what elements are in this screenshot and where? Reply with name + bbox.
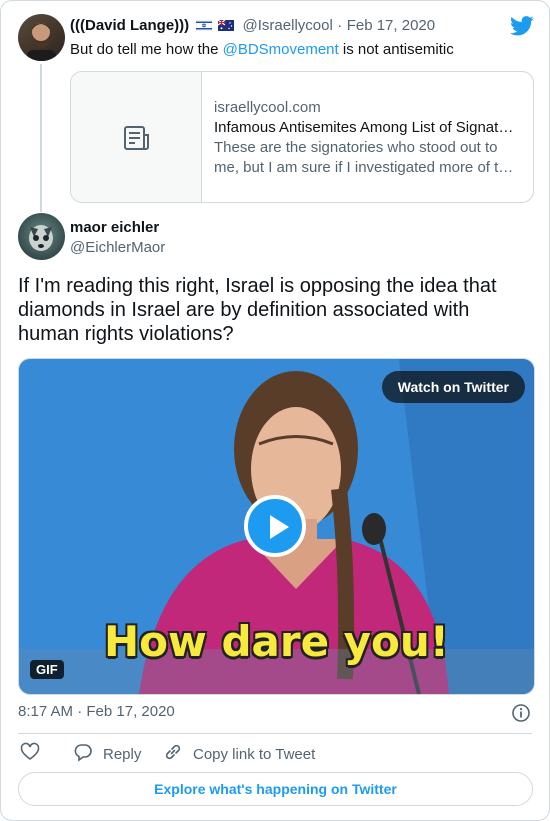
twitter-bird-icon[interactable] bbox=[510, 16, 534, 36]
quoted-tweet-text: But do tell me how the @BDSmovement is n… bbox=[70, 40, 454, 60]
tweet-timestamp[interactable]: 8:17 AM · Feb 17, 2020 bbox=[18, 703, 175, 720]
link-icon bbox=[163, 742, 183, 766]
display-name[interactable]: (((David Lange))) bbox=[70, 17, 189, 34]
play-button[interactable] bbox=[244, 495, 306, 557]
watch-on-twitter-button[interactable]: Watch on Twitter bbox=[381, 371, 525, 403]
thread-connector-line bbox=[40, 64, 42, 212]
tweet-text-line: human rights violations? bbox=[18, 323, 234, 345]
link-preview-thumbnail bbox=[71, 72, 202, 202]
text-after: is not antisemitic bbox=[338, 41, 454, 58]
like-button[interactable] bbox=[20, 742, 40, 766]
copy-link-label: Copy link to Tweet bbox=[193, 745, 316, 763]
gif-media[interactable]: How dare you! Watch on Twitter GIF bbox=[18, 358, 535, 695]
reply-icon bbox=[73, 742, 93, 766]
copy-link-button[interactable]: Copy link to Tweet bbox=[163, 742, 315, 766]
avatar-maor-eichler[interactable] bbox=[18, 213, 65, 260]
gif-badge: GIF bbox=[30, 660, 64, 679]
separator-dot: · bbox=[337, 17, 343, 34]
australia-flag-icon bbox=[217, 18, 235, 31]
play-icon bbox=[268, 514, 290, 545]
embedded-tweet-card: (((David Lange))) @Israellycool · Feb 17… bbox=[0, 0, 550, 821]
text-before: But do tell me how the bbox=[70, 41, 223, 58]
display-name[interactable]: maor eichler bbox=[70, 219, 159, 236]
document-icon bbox=[122, 124, 150, 157]
link-title: Infamous Antisemites Among List of Signa… bbox=[214, 119, 514, 136]
reply-button[interactable]: Reply bbox=[73, 742, 141, 766]
avatar-david-lange[interactable] bbox=[18, 14, 65, 61]
handle[interactable]: @Israellycool bbox=[243, 17, 333, 34]
info-icon[interactable] bbox=[511, 703, 531, 728]
quoted-tweet-date[interactable]: Feb 17, 2020 bbox=[347, 17, 435, 34]
tweet-text: If I'm reading this right, Israel is opp… bbox=[18, 274, 497, 346]
link-preview-card[interactable]: israellycool.com Infamous Antisemites Am… bbox=[70, 71, 534, 203]
heart-icon bbox=[20, 742, 40, 766]
mention-link[interactable]: @BDSmovement bbox=[223, 41, 339, 58]
explore-twitter-button[interactable]: Explore what's happening on Twitter bbox=[18, 772, 533, 806]
reply-label: Reply bbox=[103, 745, 142, 763]
tweet-text-line: diamonds in Israel are by definition ass… bbox=[18, 299, 470, 321]
gif-caption: How dare you! bbox=[104, 617, 449, 666]
tweet-text-line: If I'm reading this right, Israel is opp… bbox=[18, 275, 497, 297]
link-description-line-1: These are the signatories who stood out … bbox=[214, 139, 498, 156]
handle[interactable]: @EichlerMaor bbox=[70, 239, 165, 256]
israel-flag-icon bbox=[195, 18, 212, 32]
link-description-line-2: me, but I am sure if I investigated more… bbox=[214, 159, 520, 176]
divider bbox=[18, 733, 532, 734]
quoted-tweet-header: (((David Lange))) @Israellycool · Feb 17… bbox=[70, 17, 435, 35]
link-domain: israellycool.com bbox=[214, 99, 321, 116]
